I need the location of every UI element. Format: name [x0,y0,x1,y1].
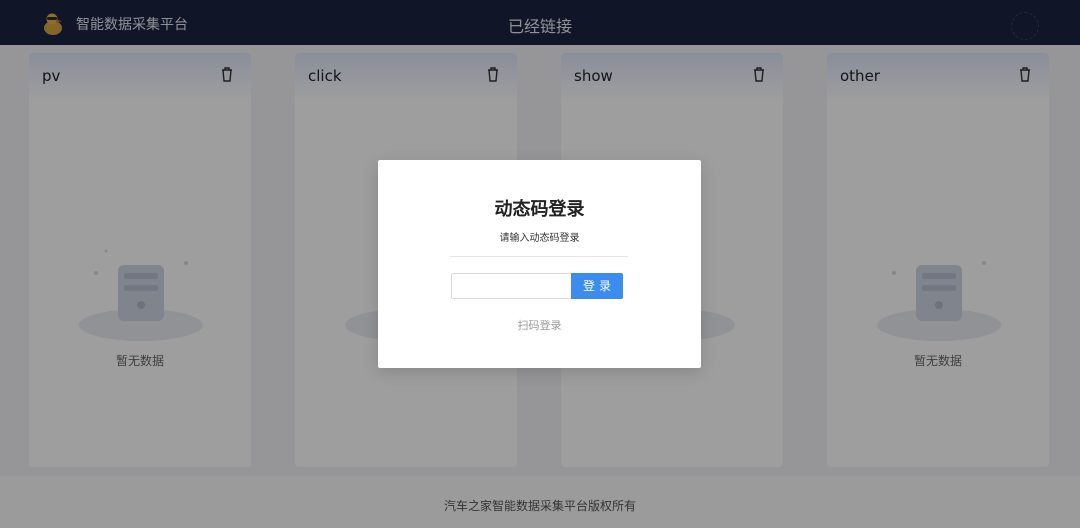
scan-login-link[interactable]: 扫码登录 [378,317,701,333]
login-dialog: 动态码登录 请输入动态码登录 登录 扫码登录 [378,160,701,368]
divider [450,256,628,257]
login-button[interactable]: 登录 [571,273,623,299]
dialog-subtitle: 请输入动态码登录 [499,233,580,244]
dynamic-code-input[interactable] [451,273,572,299]
dialog-title: 动态码登录 [494,199,585,220]
